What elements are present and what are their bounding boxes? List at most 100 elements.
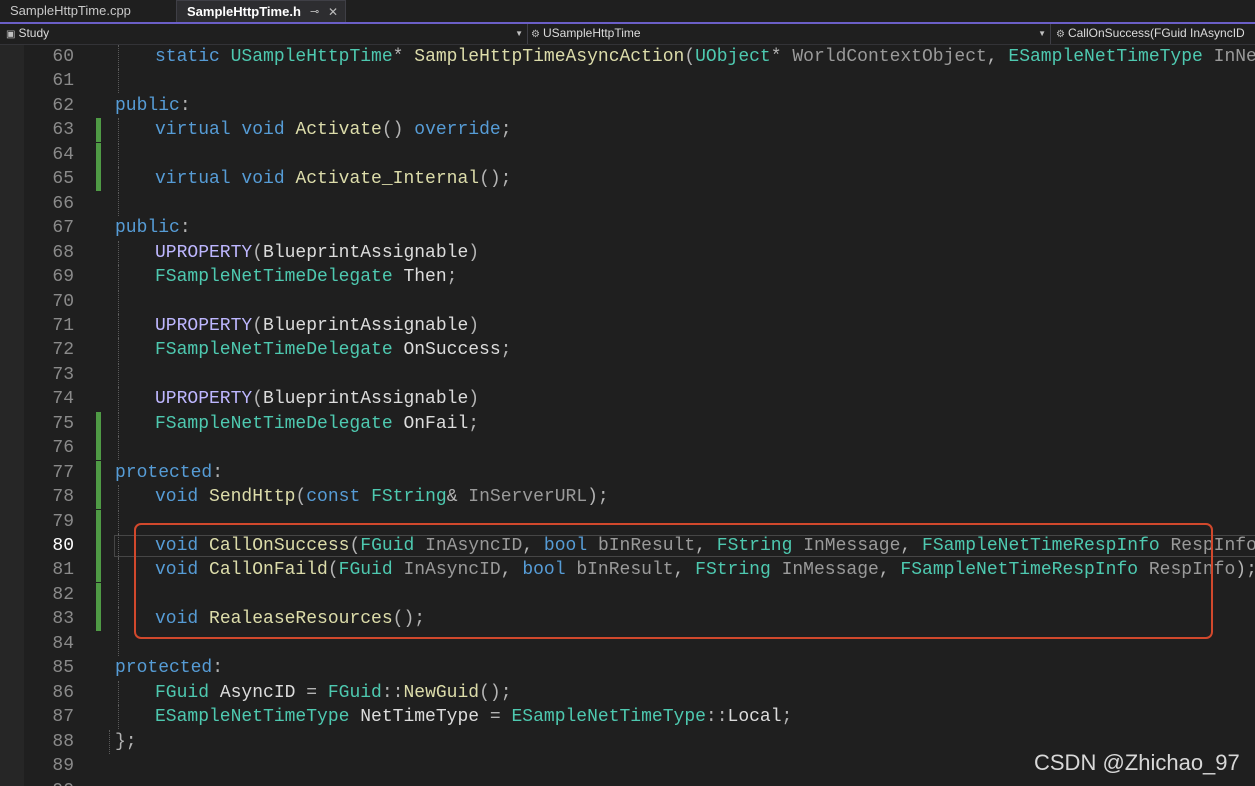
- line-number: 88: [52, 731, 74, 752]
- code-line[interactable]: 90: [0, 779, 1255, 786]
- close-icon[interactable]: ✕: [328, 1, 338, 23]
- code-line[interactable]: 77 protected:: [0, 460, 1255, 485]
- indent-guide: [118, 607, 119, 632]
- code-line[interactable]: 66: [0, 191, 1255, 216]
- code-line[interactable]: 69 FSampleNetTimeDelegate Then;: [0, 265, 1255, 290]
- indent-guide: [118, 265, 119, 290]
- code-token: NewGuid: [403, 682, 480, 703]
- change-marker: [96, 582, 101, 607]
- code-line[interactable]: 73: [0, 362, 1255, 387]
- code-token: );: [1235, 560, 1255, 581]
- tab-sample-http-time-h[interactable]: SampleHttpTime.h ⊸ ✕: [176, 0, 346, 22]
- pin-icon[interactable]: ⊸: [310, 1, 319, 23]
- code-line[interactable]: 78 void SendHttp(const FString& InServerU…: [0, 485, 1255, 510]
- code-editor[interactable]: 60 static USampleHttpTime* SampleHttpTime…: [0, 45, 1255, 786]
- code-token: =: [489, 707, 512, 728]
- code-token: virtual: [155, 120, 242, 141]
- code-token: InNetTimeTyp: [1213, 47, 1255, 67]
- change-marker: [96, 142, 101, 167]
- line-number: 82: [52, 584, 74, 605]
- indent-guide: [118, 289, 119, 314]
- code-line[interactable]: 62 public:: [0, 94, 1255, 118]
- line-number: 70: [52, 291, 74, 312]
- tab-bar: SampleHttpTime.cpp SampleHttpTime.h ⊸ ✕: [0, 0, 1255, 24]
- code-line[interactable]: 76: [0, 436, 1255, 461]
- code-token: AsyncID: [209, 682, 307, 703]
- code-token: SendHttp: [209, 487, 296, 508]
- code-line[interactable]: 75 FSampleNetTimeDelegate OnFail;: [0, 411, 1255, 436]
- code-line[interactable]: 86 FGuid AsyncID = FGuid::NewGuid();: [0, 680, 1255, 705]
- code-token: protected: [115, 462, 213, 483]
- class-scope-dropdown[interactable]: ⚙ USampleHttpTime ▼: [531, 24, 1051, 44]
- code-token: BlueprintAssignable: [263, 242, 469, 263]
- indent-guide: [118, 436, 119, 461]
- code-line[interactable]: 72 FSampleNetTimeDelegate OnSuccess;: [0, 338, 1255, 363]
- member-dropdown[interactable]: ⚙ CallOnSuccess(FGuid InAsyncID: [1056, 24, 1255, 44]
- code-line[interactable]: 61: [0, 69, 1255, 94]
- code-token: ::: [705, 707, 728, 728]
- code-text: FSampleNetTimeDelegate OnSuccess;: [155, 338, 511, 362]
- change-marker: [96, 485, 101, 510]
- code-line[interactable]: 68 UPROPERTY(BlueprintAssignable): [0, 240, 1255, 265]
- code-token: FString: [371, 487, 447, 508]
- code-token: ESampleNetTimeType: [1008, 47, 1203, 67]
- code-text: virtual void Activate() override;: [155, 118, 512, 142]
- change-marker: [96, 509, 101, 534]
- code-token: void: [241, 169, 296, 190]
- code-line[interactable]: 64: [0, 142, 1255, 167]
- code-line[interactable]: 63 virtual void Activate() override;: [0, 118, 1255, 143]
- class-scope-label: USampleHttpTime: [542, 26, 641, 40]
- line-number: 81: [52, 560, 74, 581]
- project-dropdown[interactable]: ▣ Study ▼: [6, 24, 528, 44]
- code-line[interactable]: 87 ESampleNetTimeType NetTimeType = ESamp…: [0, 705, 1255, 730]
- code-line[interactable]: 60 static USampleHttpTime* SampleHttpTime…: [0, 45, 1255, 69]
- indent-guide: [118, 167, 119, 192]
- code-token: (: [252, 315, 264, 336]
- code-line[interactable]: 67 public:: [0, 216, 1255, 240]
- code-token: Activate_Internal: [295, 169, 480, 190]
- code-line[interactable]: 71 UPROPERTY(BlueprintAssignable): [0, 313, 1255, 338]
- code-token: WorldContextObject: [792, 47, 987, 67]
- code-line[interactable]: 85 protected:: [0, 656, 1255, 680]
- line-number: 75: [52, 413, 74, 434]
- code-token: :: [179, 218, 191, 239]
- change-marker: [96, 436, 101, 461]
- code-token: *: [770, 47, 793, 67]
- code-token: (: [684, 47, 696, 67]
- line-number: 64: [52, 144, 74, 165]
- code-line[interactable]: 65 virtual void Activate_Internal();: [0, 167, 1255, 192]
- code-token: public: [115, 95, 180, 116]
- code-token: :: [212, 462, 224, 483]
- code-token: BlueprintAssignable: [263, 315, 469, 336]
- code-line[interactable]: 70: [0, 289, 1255, 314]
- code-token: ;: [468, 413, 480, 434]
- code-token: ();: [479, 169, 512, 190]
- code-token: Local: [727, 707, 782, 728]
- code-token: void: [241, 120, 296, 141]
- indent-guide: [118, 240, 119, 265]
- tab-sample-http-time-cpp[interactable]: SampleHttpTime.cpp: [0, 0, 172, 22]
- navigation-bar: ▣ Study ▼ ⚙ USampleHttpTime ▼ ⚙ CallOnSucce…: [0, 24, 1255, 45]
- code-line[interactable]: 74 UPROPERTY(BlueprintAssignable): [0, 387, 1255, 412]
- code-token: FGuid: [327, 682, 382, 703]
- code-text: FGuid AsyncID = FGuid::NewGuid();: [155, 681, 512, 705]
- code-token: BlueprintAssignable: [263, 389, 469, 410]
- code-token: ): [468, 389, 480, 410]
- code-text: static USampleHttpTime* SampleHttpTimeAs…: [155, 45, 1255, 69]
- code-text: UPROPERTY(BlueprintAssignable): [155, 314, 479, 338]
- code-text: ESampleNetTimeType NetTimeType = ESample…: [155, 705, 792, 729]
- line-number: 87: [52, 707, 74, 728]
- code-token: &: [446, 487, 469, 508]
- code-token: ESampleNetTimeType: [155, 707, 350, 728]
- code-token: SampleHttpTimeAsyncAction: [414, 47, 685, 67]
- line-number: 69: [52, 267, 74, 288]
- code-token: ,: [986, 47, 1009, 67]
- line-number: 71: [52, 315, 74, 336]
- class-icon: ⚙: [531, 29, 540, 40]
- code-token: ;: [500, 120, 512, 141]
- code-token: (): [381, 120, 415, 141]
- project-label: Study: [18, 26, 50, 40]
- code-text: UPROPERTY(BlueprintAssignable): [155, 241, 479, 265]
- project-icon: ▣: [6, 29, 16, 40]
- indent-guide: [118, 387, 119, 412]
